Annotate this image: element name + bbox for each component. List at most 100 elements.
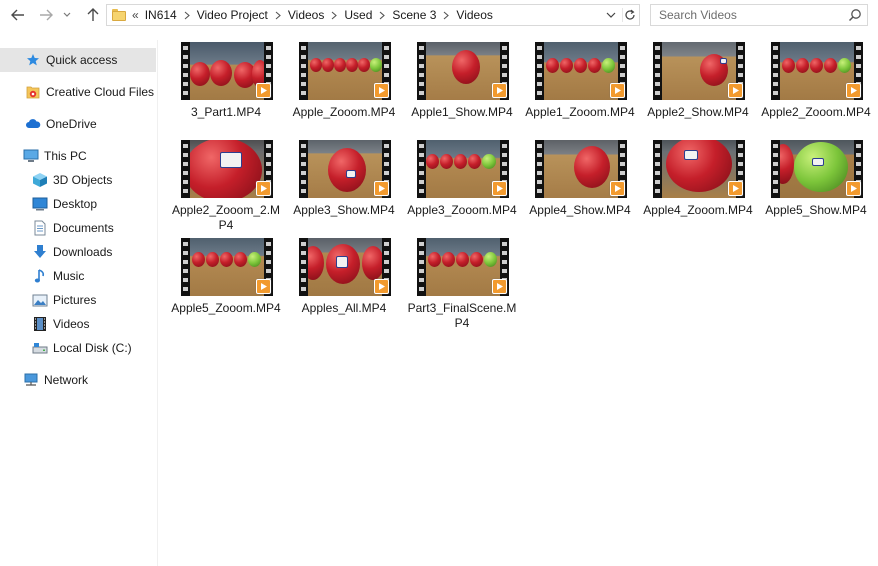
pictures-icon (32, 292, 48, 308)
sidebar-item-label: Music (53, 269, 85, 283)
sidebar-item-pictures[interactable]: Pictures (0, 288, 156, 312)
search-box[interactable] (650, 4, 868, 26)
file-item[interactable]: Apple2_Show.MP4 (643, 30, 753, 124)
refresh-button[interactable] (622, 8, 636, 22)
address-bar[interactable]: « IN614 Video Project Videos Used Scene … (106, 4, 640, 26)
download-icon (32, 244, 48, 260)
sidebar-item-label: OneDrive (46, 117, 97, 131)
video-thumbnail (417, 238, 509, 296)
file-item[interactable]: Apple5_Show.MP4 (761, 128, 871, 222)
file-item[interactable]: Part3_FinalScene.MP4 (407, 226, 517, 330)
sidebar-item-label: Videos (53, 317, 90, 331)
chevron-right-icon[interactable] (268, 11, 288, 20)
document-icon (32, 220, 48, 236)
file-item[interactable]: Apple2_Zooom.MP4 (761, 30, 871, 124)
file-name: Apple5_Zooom.MP4 (171, 301, 281, 315)
sidebar-item-label: Quick access (46, 53, 118, 67)
chevron-right-icon[interactable] (436, 11, 456, 20)
video-thumbnail (299, 140, 391, 198)
sidebar-item-label: Local Disk (C:) (53, 341, 132, 355)
file-item[interactable]: Apple3_Show.MP4 (289, 128, 399, 222)
sidebar-item-label: Network (44, 373, 89, 387)
video-thumbnail (653, 42, 745, 100)
address-history-button[interactable] (605, 9, 617, 21)
sidebar-item-this-pc[interactable]: This PC (0, 144, 156, 168)
chevron-right-icon[interactable] (177, 11, 197, 20)
video-file-icon (492, 83, 507, 98)
file-item[interactable]: Apple_Zooom.MP4 (289, 30, 399, 124)
breadcrumb-item-current[interactable]: Videos (456, 8, 492, 22)
arrow-right-icon (40, 9, 53, 21)
sidebar-item-network[interactable]: Network (0, 368, 156, 392)
video-file-icon (610, 181, 625, 196)
video-thumbnail (771, 42, 863, 100)
file-item[interactable]: Apple1_Zooom.MP4 (525, 30, 635, 124)
video-file-icon (374, 279, 389, 294)
sidebar-item-music[interactable]: Music (0, 264, 156, 288)
breadcrumb-item[interactable]: Used (344, 8, 372, 22)
breadcrumb-item[interactable]: Videos (288, 8, 324, 22)
breadcrumb-item[interactable]: Video Project (197, 8, 268, 22)
file-item[interactable]: Apple4_Show.MP4 (525, 128, 635, 222)
file-item[interactable]: Apple2_Zooom_2.MP4 (171, 128, 281, 232)
file-name: Apple3_Show.MP4 (293, 203, 395, 217)
sidebar-item-3d-objects[interactable]: 3D Objects (0, 168, 156, 192)
video-thumbnail (181, 238, 273, 296)
video-thumbnail (535, 42, 627, 100)
video-file-icon (728, 181, 743, 196)
breadcrumb-item[interactable]: IN614 (145, 8, 177, 22)
sidebar-item-creative-cloud[interactable]: Creative Cloud Files (0, 80, 156, 104)
video-file-icon (492, 279, 507, 294)
breadcrumb-item[interactable]: Scene 3 (392, 8, 436, 22)
chevron-down-icon (606, 12, 616, 18)
sidebar-item-downloads[interactable]: Downloads (0, 240, 156, 264)
arrow-up-icon (87, 8, 99, 21)
sidebar-item-quick-access[interactable]: Quick access (0, 48, 156, 72)
forward-button[interactable] (36, 5, 56, 25)
sidebar-item-label: Documents (53, 221, 114, 235)
sidebar-item-videos[interactable]: Videos (0, 312, 156, 336)
sidebar-item-onedrive[interactable]: OneDrive (0, 112, 156, 136)
file-name: Apple1_Show.MP4 (411, 105, 513, 119)
sidebar-item-desktop[interactable]: Desktop (0, 192, 156, 216)
navigation-bar: « IN614 Video Project Videos Used Scene … (0, 0, 878, 30)
file-name: Apple2_Zooom.MP4 (761, 105, 871, 119)
search-input[interactable] (651, 5, 841, 25)
video-file-icon (846, 83, 861, 98)
navigation-pane: Quick access Creative Cloud Files OneDri… (0, 40, 158, 566)
search-icon[interactable] (848, 8, 862, 22)
up-button[interactable] (83, 5, 103, 25)
chevron-right-icon[interactable] (372, 11, 392, 20)
back-button[interactable] (8, 5, 28, 25)
recent-locations-button[interactable] (60, 5, 74, 25)
network-icon (23, 372, 39, 388)
folder-icon (112, 9, 126, 21)
file-name: Apples_All.MP4 (301, 301, 387, 315)
sidebar-item-documents[interactable]: Documents (0, 216, 156, 240)
sidebar-item-label: This PC (44, 149, 87, 163)
video-file-icon (256, 279, 271, 294)
file-item[interactable]: 3_Part1.MP4 (171, 30, 281, 124)
file-item[interactable]: Apple3_Zooom.MP4 (407, 128, 517, 222)
video-thumbnail (417, 42, 509, 100)
video-thumbnail (771, 140, 863, 198)
music-icon (32, 268, 48, 284)
breadcrumb-overflow[interactable]: « (132, 8, 139, 22)
video-file-icon (492, 181, 507, 196)
film-icon (32, 316, 48, 332)
file-name: Part3_FinalScene.MP4 (407, 301, 517, 330)
file-name: Apple1_Zooom.MP4 (525, 105, 635, 119)
video-thumbnail (535, 140, 627, 198)
file-name: Apple_Zooom.MP4 (292, 105, 396, 119)
file-item[interactable]: Apple1_Show.MP4 (407, 30, 517, 124)
video-thumbnail (181, 42, 273, 100)
sidebar-item-local-disk[interactable]: Local Disk (C:) (0, 336, 156, 360)
file-item[interactable]: Apples_All.MP4 (289, 226, 399, 320)
file-name: 3_Part1.MP4 (190, 105, 262, 119)
video-file-icon (256, 181, 271, 196)
file-list: 3_Part1.MP4 Apple_Zooom.MP4 Apple1_Show.… (159, 30, 878, 566)
file-item[interactable]: Apple4_Zooom.MP4 (643, 128, 753, 222)
chevron-right-icon[interactable] (324, 11, 344, 20)
desktop-icon (32, 196, 48, 212)
file-item[interactable]: Apple5_Zooom.MP4 (171, 226, 281, 320)
